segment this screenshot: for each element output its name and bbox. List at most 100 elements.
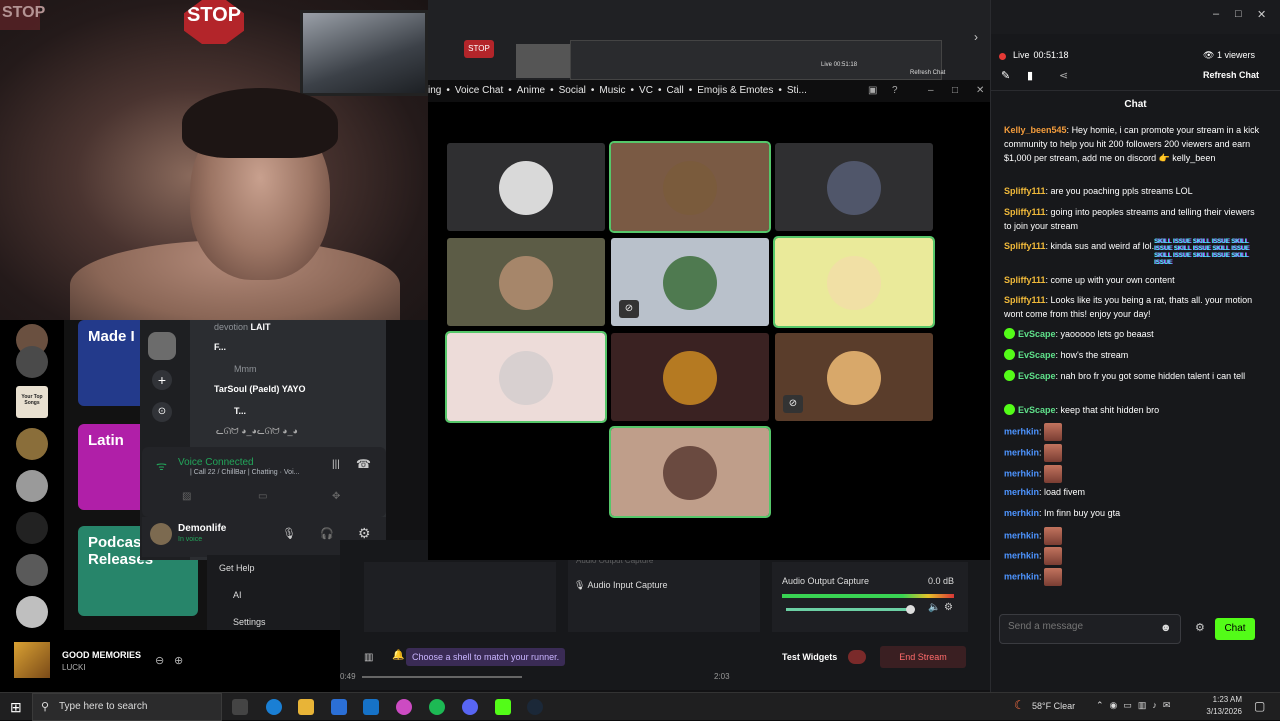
library-item[interactable] bbox=[16, 470, 48, 502]
discord-icon[interactable] bbox=[462, 699, 478, 715]
stats-icon[interactable]: ▥ bbox=[364, 652, 373, 663]
chat-message[interactable]: EvScape: how's the stream bbox=[1004, 348, 1264, 362]
screen-share-icon[interactable]: ▭ bbox=[258, 491, 267, 502]
weather-text[interactable]: 58°F Clear bbox=[1032, 701, 1075, 711]
mail-icon[interactable] bbox=[363, 699, 379, 715]
test-widgets-button[interactable]: Test Widgets bbox=[782, 652, 837, 662]
chat-message[interactable]: merhkin: bbox=[1004, 547, 1264, 565]
chat-username[interactable]: merhkin bbox=[1004, 530, 1039, 540]
participant-tile[interactable] bbox=[611, 333, 769, 421]
speaker-icon[interactable]: 🔈 bbox=[928, 602, 940, 613]
participant-tile[interactable] bbox=[447, 238, 605, 326]
chat-username[interactable]: EvScape bbox=[1018, 350, 1056, 360]
voice-channel[interactable]: | Call 22 / ChillBar | Chatting · Voi... bbox=[190, 469, 299, 476]
chat-username[interactable]: Spliffy111 bbox=[1004, 275, 1046, 285]
chat-username[interactable]: EvScape bbox=[1018, 405, 1056, 415]
gear-icon[interactable]: ⚙ bbox=[1195, 621, 1205, 634]
minimize-icon[interactable]: – bbox=[928, 80, 934, 102]
chat-input[interactable] bbox=[1008, 621, 1148, 632]
voice-member[interactable]: Mmm bbox=[234, 364, 257, 374]
chat-username[interactable]: merhkin bbox=[1004, 487, 1039, 497]
steam-icon[interactable] bbox=[527, 699, 543, 715]
chat-username[interactable]: Spliffy111 bbox=[1004, 207, 1046, 217]
library-item[interactable] bbox=[16, 512, 48, 544]
headphones-icon[interactable]: 🎧 bbox=[320, 527, 334, 540]
chat-username[interactable]: merhkin bbox=[1004, 468, 1039, 478]
chrome-icon[interactable] bbox=[396, 699, 412, 715]
disconnect-icon[interactable]: ☎ bbox=[356, 457, 371, 471]
chat-input-box[interactable]: ☻ bbox=[999, 614, 1181, 644]
participant-tile[interactable] bbox=[445, 331, 607, 423]
spotify-progress[interactable] bbox=[362, 676, 522, 678]
server-icon[interactable] bbox=[148, 332, 176, 360]
bell-icon[interactable]: 🔔 bbox=[392, 650, 404, 661]
notification-icon[interactable]: ▢ bbox=[1254, 699, 1265, 713]
store-icon[interactable] bbox=[331, 699, 347, 715]
pencil-icon[interactable]: ✎ bbox=[1001, 69, 1010, 82]
channel-tab[interactable]: Sti... bbox=[787, 85, 807, 96]
library-item[interactable] bbox=[16, 428, 48, 460]
chat-username[interactable]: Spliffy111 bbox=[1004, 186, 1046, 196]
chat-message[interactable]: merhkin: bbox=[1004, 423, 1264, 441]
kick-icon[interactable] bbox=[495, 699, 511, 715]
end-stream-button[interactable]: End Stream bbox=[880, 646, 966, 668]
chat-message[interactable]: merhkin: load fivem bbox=[1004, 485, 1264, 499]
channel-tab[interactable]: Emojis & Emotes bbox=[697, 85, 773, 96]
close-icon[interactable]: ✕ bbox=[1257, 8, 1266, 21]
channel-tab[interactable]: ing bbox=[428, 85, 441, 96]
library-item[interactable] bbox=[16, 346, 48, 378]
task-view-icon[interactable] bbox=[232, 699, 248, 715]
microphone-icon[interactable]: 🎙 bbox=[282, 527, 296, 540]
close-icon[interactable]: ✕ bbox=[976, 80, 984, 102]
participant-tile[interactable] bbox=[609, 141, 771, 233]
chat-username[interactable]: merhkin bbox=[1004, 550, 1039, 560]
chat-username[interactable]: EvScape bbox=[1018, 371, 1056, 381]
channel-tab[interactable]: Voice Chat bbox=[455, 85, 503, 96]
soundboard-icon[interactable]: ||| bbox=[332, 459, 340, 470]
explore-icon[interactable]: ⊙ bbox=[152, 402, 172, 422]
source-audio-input[interactable]: 🎙 Audio Input Capture bbox=[574, 580, 668, 591]
chat-message[interactable]: EvScape: nah bro fr you got some hidden … bbox=[1004, 369, 1264, 383]
chat-message[interactable]: merhkin: bbox=[1004, 444, 1264, 462]
chat-message[interactable]: Spliffy111: kinda sus and weird af lol. S… bbox=[1004, 239, 1264, 266]
chat-message[interactable]: Kelly_been545: Hey homie, i can promote … bbox=[1004, 123, 1264, 165]
chat-username[interactable]: merhkin bbox=[1004, 447, 1039, 457]
chat-username[interactable]: Spliffy111 bbox=[1004, 241, 1046, 251]
chat-message[interactable]: merhkin: bbox=[1004, 568, 1264, 586]
track-artist[interactable]: LUCKI bbox=[62, 663, 86, 672]
menu-settings[interactable]: Settings bbox=[233, 617, 266, 627]
windows-start-icon[interactable]: ⊞ bbox=[10, 699, 22, 716]
edge-icon[interactable] bbox=[266, 699, 282, 715]
participant-tile[interactable]: ⊘ bbox=[775, 333, 933, 421]
participant-tile[interactable] bbox=[447, 143, 605, 231]
chat-username[interactable]: Spliffy111 bbox=[1004, 295, 1046, 305]
voice-member[interactable]: ᓚ⁠ᘏ⁠ᗢ ◕_◕ᓚ⁠ᘏ⁠ᗢ ◕_◕ bbox=[216, 426, 298, 437]
avatar[interactable] bbox=[150, 523, 172, 545]
chat-username[interactable]: merhkin bbox=[1004, 571, 1039, 581]
chat-message[interactable]: Spliffy111: going into peoples streams a… bbox=[1004, 205, 1264, 233]
chat-username[interactable]: merhkin bbox=[1004, 426, 1039, 436]
participant-tile[interactable] bbox=[773, 236, 935, 328]
chevron-right-icon[interactable]: › bbox=[974, 30, 978, 44]
participant-tile[interactable] bbox=[775, 143, 933, 231]
chat-username[interactable]: merhkin bbox=[1004, 508, 1039, 518]
voice-member[interactable]: devotion LAIT bbox=[214, 322, 384, 332]
channel-tab[interactable]: VC bbox=[639, 85, 653, 96]
window-icon[interactable]: ▣ bbox=[868, 80, 877, 102]
send-chat-button[interactable]: Chat bbox=[1215, 618, 1255, 640]
remove-icon[interactable]: ⊖ bbox=[155, 654, 164, 667]
chat-message[interactable]: EvScape: keep that shit hidden bro bbox=[1004, 403, 1264, 417]
refresh-chat-button[interactable]: Refresh Chat bbox=[1203, 70, 1259, 80]
voice-member[interactable]: T... bbox=[234, 406, 246, 416]
maximize-icon[interactable]: □ bbox=[952, 80, 958, 102]
maximize-icon[interactable]: □ bbox=[1235, 8, 1242, 20]
chat-message[interactable]: Spliffy111: come up with your own conten… bbox=[1004, 273, 1264, 287]
add-server-icon[interactable]: + bbox=[152, 370, 172, 390]
channel-tab[interactable]: Music bbox=[599, 85, 625, 96]
username[interactable]: Demonlife bbox=[178, 523, 226, 534]
chat-username[interactable]: Kelly_been545 bbox=[1004, 125, 1067, 135]
widget-toggle[interactable] bbox=[848, 650, 866, 664]
search-box[interactable]: ⚲ Type here to search bbox=[32, 693, 222, 721]
track-title[interactable]: GOOD MEMORIES bbox=[62, 650, 141, 660]
spotify-icon[interactable] bbox=[429, 699, 445, 715]
